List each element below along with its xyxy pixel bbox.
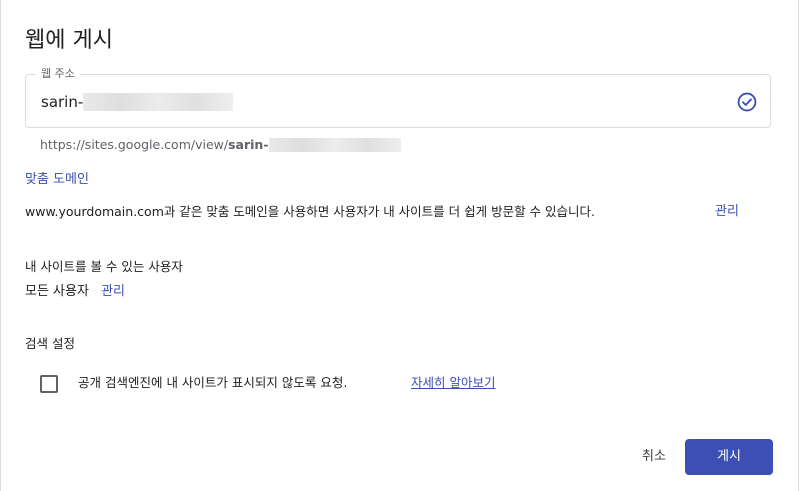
publish-button[interactable]: 게시 — [685, 439, 773, 475]
redacted-text — [268, 138, 401, 152]
full-site-url: https://sites.google.com/view/ sarin- — [40, 137, 401, 153]
web-address-value: sarin- — [41, 93, 84, 111]
custom-domain-manage-link[interactable]: 관리 — [715, 203, 739, 221]
cancel-button[interactable]: 취소 — [632, 440, 676, 474]
redacted-text — [83, 93, 234, 111]
viewers-heading: 내 사이트를 볼 수 있는 사용자 — [25, 259, 183, 274]
check-circle-icon — [737, 92, 757, 112]
search-settings-heading: 검색 설정 — [25, 336, 75, 351]
viewers-row: 모든 사용자 관리 — [25, 283, 125, 301]
web-address-input[interactable]: sarin- — [41, 92, 234, 112]
full-url-prefix: https://sites.google.com/view/ — [40, 137, 229, 152]
dialog-left-border — [0, 0, 1, 491]
custom-domain-link[interactable]: 맞춤 도메인 — [25, 171, 89, 189]
dialog-title: 웹에 게시 — [25, 28, 113, 53]
custom-domain-description: www.yourdomain.com과 같은 맞춤 도메인을 사용하면 사용자가… — [25, 204, 596, 219]
publish-dialog: 웹에 게시 웹 주소 sarin- https://sites.google.c… — [0, 0, 799, 491]
viewers-value: 모든 사용자 — [25, 284, 89, 299]
hide-from-search-checkbox[interactable] — [40, 375, 58, 393]
learn-more-link[interactable]: 자세히 알아보기 — [411, 374, 495, 392]
web-address-field[interactable]: 웹 주소 sarin- — [25, 67, 771, 128]
full-url-site-name: sarin- — [228, 137, 269, 152]
web-address-label: 웹 주소 — [36, 67, 80, 81]
viewers-manage-link[interactable]: 관리 — [101, 284, 125, 299]
hide-from-search-label: 공개 검색엔진에 내 사이트가 표시되지 않도록 요청. — [78, 375, 348, 390]
